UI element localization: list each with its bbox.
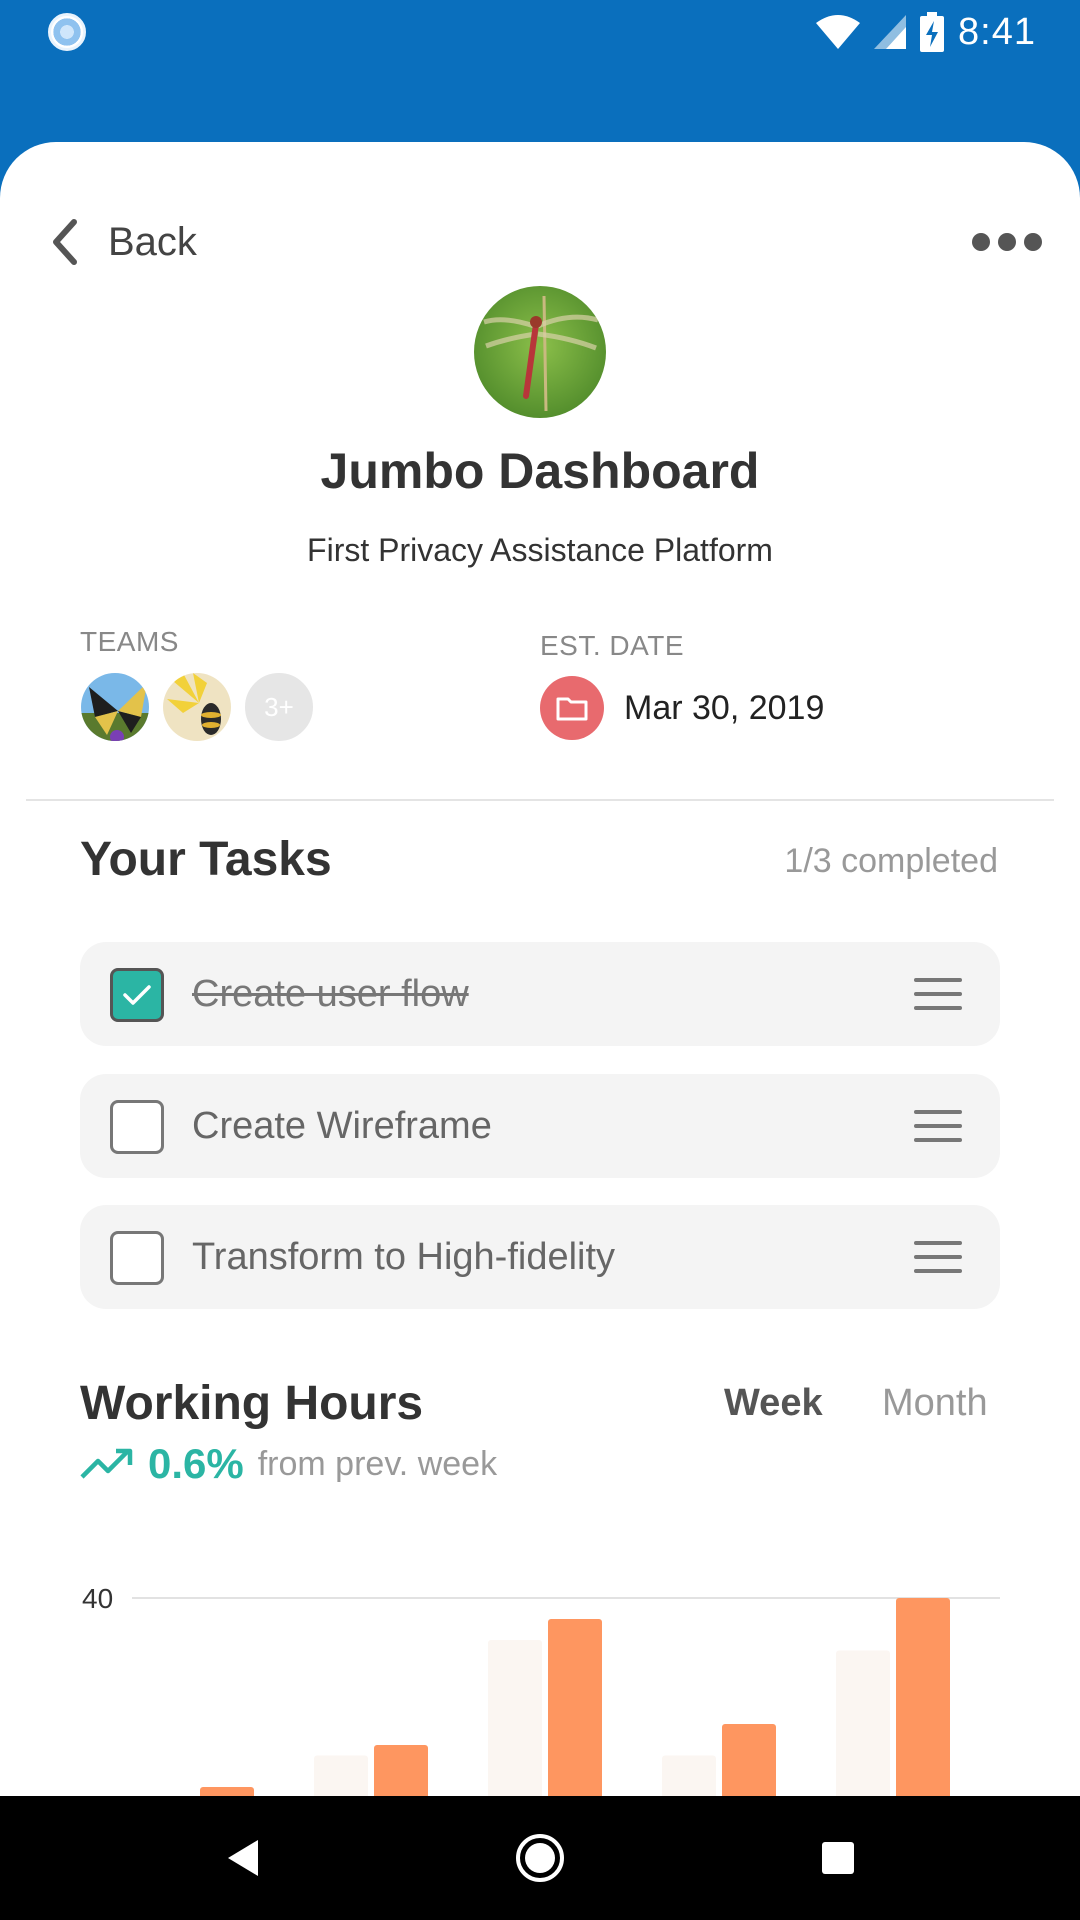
trend-caption: from prev. week — [257, 1444, 498, 1483]
back-button[interactable]: Back — [50, 212, 197, 272]
wifi-icon — [816, 15, 861, 49]
dragonfly-image — [474, 286, 606, 418]
chart-bar — [896, 1598, 950, 1796]
chart-y-tick-label: 40 — [82, 1583, 113, 1614]
drag-handle-icon[interactable] — [914, 1241, 962, 1273]
folder-icon — [540, 676, 604, 740]
chart-bar — [488, 1640, 542, 1796]
working-hours-chart: 4020 — [82, 1583, 1000, 1796]
nav-back-icon[interactable] — [212, 1828, 272, 1888]
chart-bar — [836, 1650, 890, 1796]
tab-month[interactable]: Month — [882, 1382, 988, 1425]
chart-bar — [200, 1787, 254, 1796]
task-label: Create user flow — [192, 973, 469, 1015]
teams-label: TEAMS — [80, 626, 179, 657]
chart-bar — [314, 1755, 368, 1796]
task-item[interactable]: Transform to High-fidelity — [80, 1205, 1000, 1309]
status-icons: 8:41 — [816, 8, 1036, 56]
est-date-row: Mar 30, 2019 — [540, 676, 824, 740]
check-icon — [123, 985, 151, 1005]
chart-bar — [722, 1724, 776, 1796]
bee-image — [163, 673, 231, 741]
more-dot — [998, 233, 1016, 251]
status-time: 8:41 — [958, 10, 1036, 53]
team-avatar[interactable] — [160, 670, 234, 744]
more-horizontal-icon — [972, 233, 990, 251]
nav-home-icon[interactable] — [510, 1828, 570, 1888]
chevron-left-icon — [53, 219, 77, 265]
trending-up-icon — [80, 1448, 133, 1479]
team-avatars[interactable]: 3+ — [78, 670, 316, 744]
tasks-count: 1/3 completed — [784, 842, 998, 880]
team-more-badge[interactable]: 3+ — [242, 670, 316, 744]
drag-handle-icon[interactable] — [914, 978, 962, 1010]
task-item[interactable]: Create user flow — [80, 942, 1000, 1046]
chart-bar — [374, 1745, 428, 1796]
task-checkbox[interactable] — [110, 968, 164, 1022]
trend-value: 0.6% — [148, 1440, 244, 1487]
butterfly-image — [81, 673, 149, 741]
task-checkbox[interactable] — [110, 1100, 164, 1154]
est-date-label: EST. DATE — [540, 630, 685, 661]
battery-charging-icon — [920, 12, 945, 52]
project-subtitle: First Privacy Assistance Platform — [307, 532, 773, 568]
tab-week[interactable]: Week — [724, 1382, 823, 1425]
sync-icon — [48, 13, 86, 51]
task-checkbox[interactable] — [110, 1231, 164, 1285]
nav-recents-icon[interactable] — [808, 1828, 868, 1888]
status-bar: 8:41 — [0, 0, 1080, 64]
signal-icon — [874, 15, 907, 49]
task-label: Transform to High-fidelity — [192, 1236, 616, 1278]
drag-handle-icon[interactable] — [914, 1110, 962, 1142]
team-avatar[interactable] — [78, 670, 152, 744]
task-label: Create Wireframe — [192, 1105, 492, 1147]
more-dot — [1024, 233, 1042, 251]
chart-bar — [662, 1755, 716, 1796]
project-title: Jumbo Dashboard — [320, 443, 760, 499]
est-date-value: Mar 30, 2019 — [624, 688, 825, 727]
more-options-button[interactable] — [972, 222, 1042, 262]
project-avatar — [474, 286, 606, 418]
divider — [26, 799, 1054, 801]
trend-row: 0.6% from prev. week — [80, 1440, 497, 1488]
project-card: Back Jumbo Dashboard First Privacy Assis… — [0, 142, 1080, 1796]
navigation-bar — [0, 1796, 1080, 1920]
working-hours-title: Working Hours — [80, 1377, 424, 1430]
chart-bar — [548, 1619, 602, 1796]
task-item[interactable]: Create Wireframe — [80, 1074, 1000, 1178]
tasks-title: Your Tasks — [80, 833, 332, 886]
back-label: Back — [108, 219, 197, 264]
